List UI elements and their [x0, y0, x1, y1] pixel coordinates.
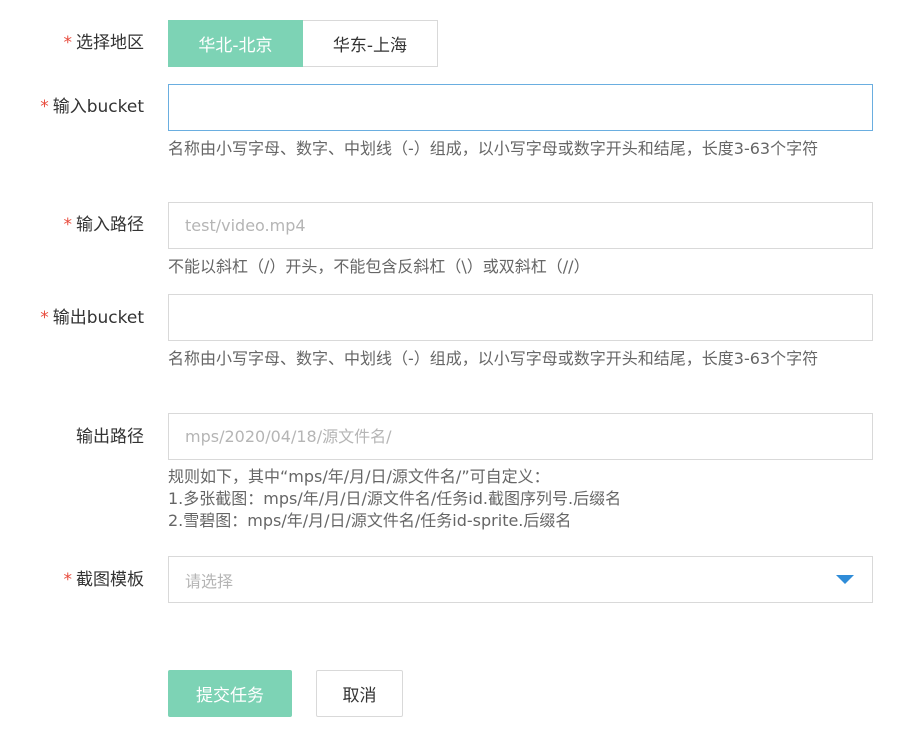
output-path-hint-line: 2.雪碧图：mps/年/月/日/源文件名/任务id-sprite.后缀名	[168, 511, 572, 530]
region-option-north-beijing[interactable]: 华北-北京	[168, 20, 303, 67]
input-path-hint: 不能以斜杠（/）开头，不能包含反斜杠（\）或双斜杠（//）	[168, 257, 590, 276]
region-option-east-shanghai[interactable]: 华东-上海	[303, 20, 438, 67]
input-path-label-text: 输入路径	[76, 215, 144, 235]
input-bucket-field[interactable]	[168, 84, 873, 131]
region-selector: 华北-北京 华东-上海	[168, 20, 438, 67]
input-path-field[interactable]	[168, 202, 873, 249]
input-path-label: * 输入路径	[64, 214, 145, 236]
input-bucket-hint: 名称由小写字母、数字、中划线（-）组成，以小写字母或数字开头和结尾，长度3-63…	[168, 139, 819, 158]
caret-down-icon	[836, 575, 854, 584]
output-path-hint: 规则如下，其中“mps/年/月/日/源文件名/”可自定义： 1.多张截图：mps…	[168, 466, 873, 532]
required-mark: *	[63, 570, 73, 590]
snapshot-template-label: * 截图模板	[64, 569, 145, 591]
snapshot-template-select[interactable]: 请选择	[168, 556, 873, 603]
submit-task-button[interactable]: 提交任务	[168, 670, 292, 717]
input-bucket-label-text: 输入bucket	[52, 97, 144, 117]
snapshot-template-label-text: 截图模板	[76, 570, 144, 590]
required-mark: *	[40, 97, 49, 117]
output-bucket-label-text: 输出bucket	[52, 308, 144, 328]
required-mark: *	[63, 215, 73, 235]
output-bucket-field[interactable]	[168, 294, 873, 341]
output-path-field[interactable]	[168, 413, 873, 460]
output-path-label-text: 输出路径	[76, 427, 144, 447]
input-bucket-label: * 输入bucket	[40, 96, 144, 118]
output-bucket-hint: 名称由小写字母、数字、中划线（-）组成，以小写字母或数字开头和结尾，长度3-63…	[168, 349, 819, 368]
snapshot-template-placeholder: 请选择	[185, 571, 234, 591]
required-mark: *	[63, 33, 73, 53]
output-path-label: 输出路径	[76, 426, 144, 448]
region-label-text: 选择地区	[76, 33, 144, 53]
output-bucket-label: * 输出bucket	[40, 307, 144, 329]
required-mark: *	[40, 308, 49, 328]
cancel-button[interactable]: 取消	[316, 670, 403, 717]
output-path-hint-line: 1.多张截图：mps/年/月/日/源文件名/任务id.截图序列号.后缀名	[168, 489, 622, 508]
output-path-hint-line: 规则如下，其中“mps/年/月/日/源文件名/”可自定义：	[168, 467, 550, 486]
region-label: * 选择地区	[64, 32, 145, 54]
